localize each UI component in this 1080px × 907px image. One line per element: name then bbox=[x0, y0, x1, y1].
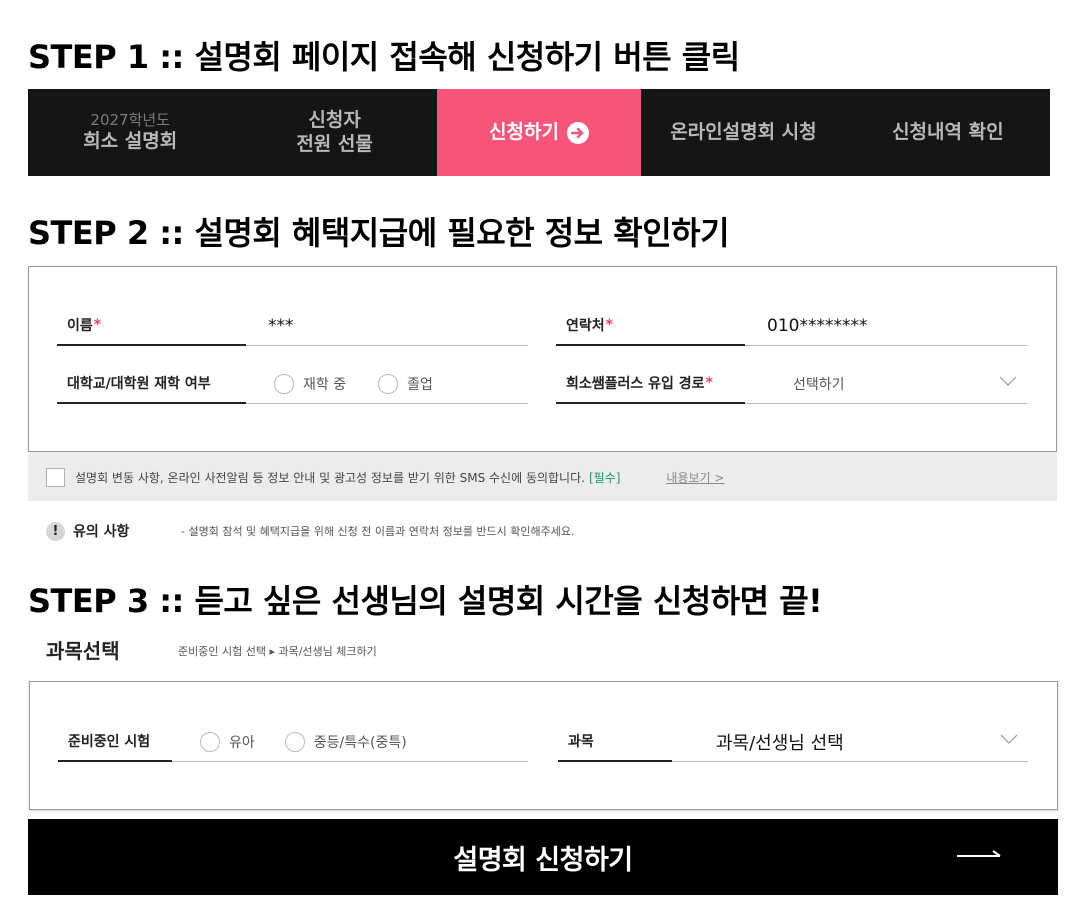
nav-item-year: 2027학년도 bbox=[90, 111, 170, 130]
name-field[interactable]: *** bbox=[246, 306, 528, 346]
exam-radio-group: 유아 중등/특수(중특) bbox=[172, 722, 528, 762]
subject-form: 준비중인 시험 유아 중등/특수(중특) 과목 과목/선생님 선택 bbox=[29, 681, 1058, 810]
enroll-radio-enrolled[interactable]: 재학 중 bbox=[274, 373, 346, 394]
arrow-right-icon bbox=[566, 121, 589, 144]
subject-row: 과목 과목/선생님 선택 bbox=[558, 722, 1028, 762]
chevron-down-icon bbox=[999, 376, 1017, 386]
phone-field[interactable]: 010******** bbox=[745, 306, 1027, 346]
notice-text: - 설명회 참석 및 혜택지급을 위해 신청 전 이름과 연락처 정보를 반드시… bbox=[181, 525, 575, 538]
view-details-link[interactable]: 내용보기 > bbox=[666, 469, 724, 486]
consent-text: 설명회 변동 사항, 온라인 사전알림 등 정보 안내 및 광고성 정보를 받기… bbox=[75, 471, 585, 485]
radio-circle-icon bbox=[378, 373, 399, 394]
nav-item-label: 전원 선물 bbox=[296, 132, 373, 155]
radio-circle-icon bbox=[284, 731, 305, 752]
nav-item-label: 신청하기 bbox=[489, 120, 559, 143]
subject-select[interactable]: 과목/선생님 선택 bbox=[672, 722, 1028, 762]
phone-row: 연락처 * 010******** bbox=[556, 306, 1027, 346]
radio-circle-icon bbox=[200, 731, 220, 752]
enroll-radio-graduated[interactable]: 졸업 bbox=[378, 373, 433, 394]
nav-item-gift[interactable]: 신청자 전원 선물 bbox=[232, 89, 436, 176]
name-label: 이름 * bbox=[57, 306, 246, 346]
exam-radio-kindergarten[interactable]: 유아 bbox=[200, 731, 255, 752]
subject-section-title: 과목선택 bbox=[46, 639, 120, 663]
notice-label: 유의 사항 bbox=[73, 524, 130, 540]
nav-item-label: 희소 설명회 bbox=[83, 130, 178, 152]
phone-label: 연락처 * bbox=[556, 306, 745, 346]
source-select[interactable]: 선택하기 bbox=[745, 364, 1027, 404]
source-label: 희소쌤플러스 유입 경로 * bbox=[556, 364, 745, 404]
long-arrow-right-icon bbox=[957, 850, 1001, 857]
radio-circle-icon bbox=[274, 373, 294, 394]
nav-item-label: 신청내역 확인 bbox=[892, 120, 1004, 143]
step3-title: STEP 3 :: 듣고 싶은 선생님의 설명회 시간을 신청하면 끝! bbox=[28, 582, 823, 620]
nav-item-info-session[interactable]: 2027학년도 희소 설명회 bbox=[28, 89, 232, 176]
exam-row: 준비중인 시험 유아 중등/특수(중특) bbox=[58, 722, 528, 762]
nav-item-label: 신청자 bbox=[308, 108, 361, 131]
enroll-row: 대학교/대학원 재학 여부 재학 중 졸업 bbox=[57, 364, 528, 404]
breadcrumb: 준비중인 시험 선택 ▸ 과목/선생님 체크하기 bbox=[178, 645, 377, 658]
apply-submit-button[interactable]: 설명회 신청하기 bbox=[28, 819, 1058, 895]
submit-label: 설명회 신청하기 bbox=[453, 844, 633, 876]
nav-item-history[interactable]: 신청내역 확인 bbox=[846, 89, 1050, 176]
exam-radio-secondary[interactable]: 중등/특수(중특) bbox=[284, 731, 407, 752]
nav-item-online-watch[interactable]: 온라인설명회 시청 bbox=[641, 89, 845, 176]
exam-label: 준비중인 시험 bbox=[58, 722, 172, 762]
nav-item-label: 온라인설명회 시청 bbox=[670, 120, 817, 143]
notice: ! 유의 사항 - 설명회 참석 및 혜택지급을 위해 신청 전 이름과 연락처… bbox=[46, 521, 575, 541]
subject-label: 과목 bbox=[558, 722, 672, 762]
sms-consent-bar: 설명회 변동 사항, 온라인 사전알림 등 정보 안내 및 광고성 정보를 받기… bbox=[28, 454, 1057, 501]
top-nav: 2027학년도 희소 설명회 신청자 전원 선물 신청하기 온라인설명회 시청 … bbox=[28, 89, 1050, 176]
info-form: 이름 * *** 연락처 * 010******** 대학교/대학원 재학 여부 재… bbox=[28, 266, 1057, 452]
consent-required-badge: [필수] bbox=[588, 471, 621, 485]
enroll-radio-group: 재학 중 졸업 bbox=[246, 364, 528, 404]
step1-title: STEP 1 :: 설명회 페이지 접속해 신청하기 버튼 클릭 bbox=[28, 38, 740, 76]
nav-item-apply[interactable]: 신청하기 bbox=[436, 89, 642, 176]
exclamation-icon: ! bbox=[46, 521, 65, 541]
sms-consent-checkbox[interactable] bbox=[46, 468, 65, 487]
step2-title: STEP 2 :: 설명회 혜택지급에 필요한 정보 확인하기 bbox=[28, 214, 730, 252]
chevron-down-icon bbox=[1000, 734, 1018, 744]
source-row: 희소쌤플러스 유입 경로 * 선택하기 bbox=[556, 364, 1027, 404]
name-row: 이름 * *** bbox=[57, 306, 528, 346]
enroll-label: 대학교/대학원 재학 여부 bbox=[57, 364, 246, 404]
